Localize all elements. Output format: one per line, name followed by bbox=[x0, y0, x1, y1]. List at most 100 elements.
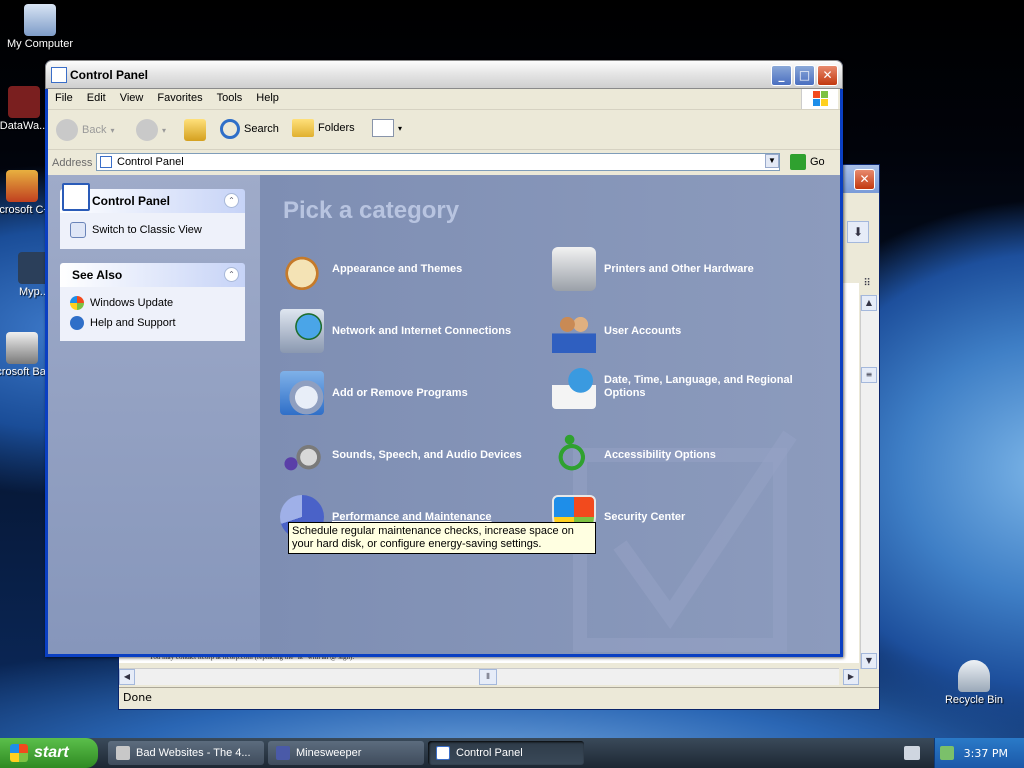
keyboard-icon[interactable] bbox=[904, 746, 920, 760]
app-icon bbox=[6, 332, 38, 364]
back-arrow-icon bbox=[56, 119, 78, 141]
scroll-right-button[interactable]: ▶ bbox=[843, 669, 859, 685]
menu-file[interactable]: File bbox=[48, 89, 80, 107]
menu-favorites[interactable]: Favorites bbox=[150, 89, 209, 107]
address-dropdown-button[interactable]: ▼ bbox=[765, 154, 779, 168]
category-label: Sounds, Speech, and Audio Devices bbox=[332, 448, 522, 461]
horizontal-scrollbar[interactable]: ◀ ⦀ ▶ bbox=[119, 668, 859, 685]
tray-app-icon[interactable] bbox=[939, 746, 954, 760]
help-and-support-link[interactable]: Help and Support bbox=[70, 313, 235, 333]
scroll-up-button[interactable]: ▲ bbox=[861, 295, 877, 311]
forward-button[interactable]: ▾ bbox=[136, 119, 166, 141]
close-button[interactable]: ✕ bbox=[854, 169, 875, 190]
category-label: User Accounts bbox=[604, 324, 682, 337]
start-button[interactable]: start bbox=[0, 738, 98, 768]
up-folder-button[interactable] bbox=[184, 119, 206, 141]
minimize-button[interactable]: _ bbox=[771, 65, 792, 86]
task-label: Minesweeper bbox=[296, 747, 362, 759]
page-title: Pick a category bbox=[283, 197, 460, 224]
windows-update-link[interactable]: Windows Update bbox=[70, 293, 235, 313]
category-label: Network and Internet Connections bbox=[332, 324, 512, 337]
status-text: Done bbox=[123, 691, 152, 704]
window-frame: File Edit View Favorites Tools Help Back ▾ ▾ … bbox=[48, 89, 840, 654]
see-also-header[interactable]: See Also ⌃ bbox=[60, 263, 245, 287]
category-network-internet[interactable]: Network and Internet Connections bbox=[280, 309, 511, 353]
taskbar-item-bad-websites[interactable]: Bad Websites - The 4... bbox=[108, 741, 264, 765]
address-input[interactable]: Control Panel bbox=[96, 153, 780, 171]
search-label: Search bbox=[244, 123, 279, 135]
chevron-down-icon: ▾ bbox=[162, 125, 167, 135]
address-label: Address bbox=[52, 157, 93, 169]
category-add-remove-programs[interactable]: Add or Remove Programs bbox=[280, 371, 468, 415]
category-date-time-regional[interactable]: Date, Time, Language, and Regional Optio… bbox=[552, 365, 814, 409]
category-label: Appearance and Themes bbox=[332, 262, 463, 275]
taskbar-item-minesweeper[interactable]: Minesweeper bbox=[268, 741, 424, 765]
close-button[interactable]: ✕ bbox=[817, 65, 838, 86]
chevron-down-icon: ▾ bbox=[110, 125, 115, 135]
download-arrow-icon[interactable]: ⬇ bbox=[847, 221, 869, 243]
category-label: Date, Time, Language, and Regional Optio… bbox=[604, 374, 793, 399]
task-label: Bad Websites - The 4... bbox=[136, 747, 251, 759]
control-panel-box-header[interactable]: Control Panel ⌃ bbox=[60, 183, 245, 213]
task-label: Control Panel bbox=[456, 747, 523, 759]
folders-label: Folders bbox=[318, 122, 355, 134]
scroll-thumb[interactable]: ≡ bbox=[861, 367, 877, 383]
switch-classic-view-link[interactable]: Switch to Classic View bbox=[70, 219, 235, 241]
collapse-icon[interactable]: ⌃ bbox=[224, 193, 239, 208]
category-appearance-themes[interactable]: Appearance and Themes bbox=[280, 247, 462, 291]
category-label: Add or Remove Programs bbox=[332, 386, 468, 399]
menu-edit[interactable]: Edit bbox=[80, 89, 113, 107]
menu-view[interactable]: View bbox=[113, 89, 151, 107]
window-titlebar[interactable]: Control Panel _ □ ✕ bbox=[45, 60, 843, 89]
windows-logo-icon bbox=[10, 744, 28, 762]
search-button[interactable]: Search bbox=[220, 119, 279, 139]
folders-button[interactable]: Folders bbox=[292, 119, 355, 137]
help-icon bbox=[70, 316, 84, 330]
printer-icon bbox=[552, 247, 596, 291]
control-panel-icon bbox=[100, 156, 112, 168]
tooltip: Schedule regular maintenance checks, inc… bbox=[288, 522, 596, 554]
link-label: Windows Update bbox=[90, 297, 174, 309]
search-icon bbox=[220, 119, 240, 139]
control-panel-icon bbox=[62, 183, 90, 211]
control-panel-icon bbox=[436, 746, 450, 760]
back-label: Back bbox=[82, 124, 107, 136]
menu-bar: File Edit View Favorites Tools Help bbox=[48, 89, 840, 110]
category-printers-hardware[interactable]: Printers and Other Hardware bbox=[552, 247, 754, 291]
category-user-accounts[interactable]: User Accounts bbox=[552, 309, 681, 353]
desktop-icon-recycle-bin[interactable]: Recycle Bin bbox=[934, 660, 1014, 706]
category-label: Printers and Other Hardware bbox=[604, 262, 754, 275]
maximize-button[interactable]: □ bbox=[794, 65, 815, 86]
grid-icon: ⠿ bbox=[863, 278, 871, 289]
app-icon bbox=[6, 170, 38, 202]
category-label: Accessibility Options bbox=[604, 448, 716, 461]
address-bar: Address Control Panel ▼ Go bbox=[48, 151, 840, 175]
desktop-icon-my-computer[interactable]: My Computer bbox=[0, 4, 80, 50]
window-title: Control Panel bbox=[70, 68, 149, 82]
appearance-icon bbox=[280, 247, 324, 291]
desktop-icon-label: Recycle Bin bbox=[944, 694, 1004, 706]
views-button[interactable]: ▾ bbox=[372, 119, 402, 137]
toolbar: Back ▾ ▾ Search Folders ▾ bbox=[48, 111, 840, 150]
vertical-scrollbar[interactable]: ▲ ≡ ▼ bbox=[860, 295, 879, 669]
go-arrow-icon bbox=[790, 154, 806, 170]
menu-tools[interactable]: Tools bbox=[210, 89, 250, 107]
scroll-left-button[interactable]: ◀ bbox=[119, 669, 135, 685]
chevron-down-icon: ▾ bbox=[398, 123, 403, 133]
collapse-icon[interactable]: ⌃ bbox=[224, 267, 239, 282]
taskbar-item-control-panel[interactable]: Control Panel bbox=[428, 741, 584, 765]
go-button[interactable]: Go bbox=[790, 154, 825, 170]
clock[interactable]: 3:37 PM bbox=[964, 747, 1008, 760]
category-sounds-speech-audio[interactable]: Sounds, Speech, and Audio Devices bbox=[280, 433, 522, 477]
browser-icon bbox=[116, 746, 130, 760]
category-accessibility[interactable]: Accessibility Options bbox=[552, 433, 716, 477]
views-icon bbox=[372, 119, 394, 137]
menu-help[interactable]: Help bbox=[249, 89, 286, 107]
scroll-thumb-horizontal[interactable]: ⦀ bbox=[479, 669, 497, 685]
minesweeper-icon bbox=[276, 746, 290, 760]
classic-view-icon bbox=[70, 222, 86, 238]
scroll-down-button[interactable]: ▼ bbox=[861, 653, 877, 669]
windows-logo-icon bbox=[801, 89, 838, 109]
back-button[interactable]: Back ▾ bbox=[56, 119, 114, 141]
control-panel-window[interactable]: Control Panel _ □ ✕ File Edit View Favorite… bbox=[45, 60, 843, 657]
